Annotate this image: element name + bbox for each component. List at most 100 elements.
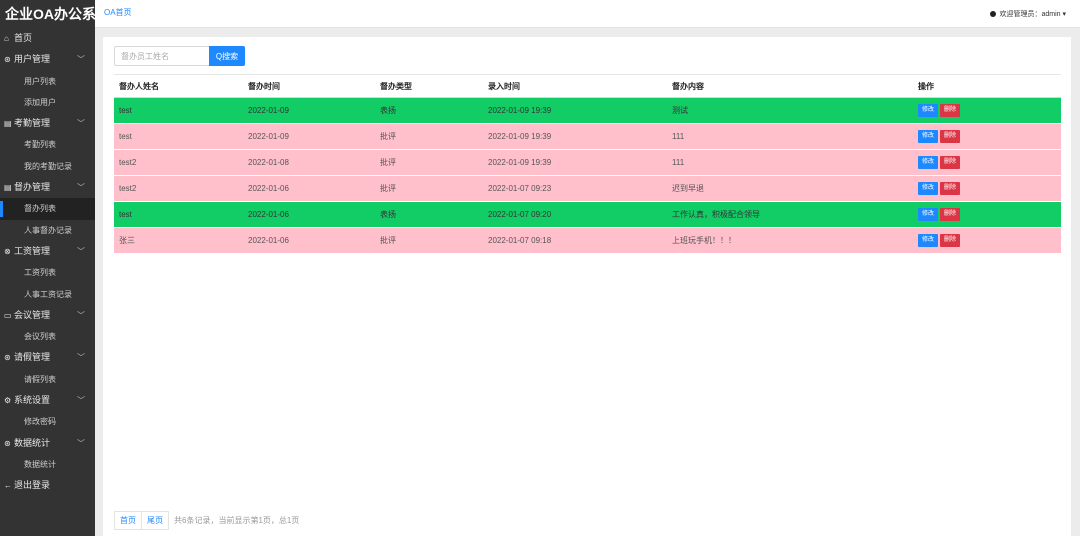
sidebar-item-6[interactable]: 我的考勤记录 xyxy=(0,156,95,177)
edit-button[interactable]: 修改 xyxy=(918,156,939,169)
breadcrumb-home-link[interactable]: OA首页 xyxy=(104,7,132,18)
sidebar-group-label: 系统设置 xyxy=(14,395,51,406)
supervision-table: 督办人姓名 督办时间 督办类型 录入时间 督办内容 操作 test 2022-01… xyxy=(114,74,1061,254)
search-bar: Q搜索 xyxy=(114,46,245,66)
sidebar-item-11[interactable]: 工资列表 xyxy=(0,262,95,283)
sidebar-group-0[interactable]: ⌂ 首页 xyxy=(0,28,95,49)
sidebar-group-19[interactable]: ⊛ 数据统计 ﹀ xyxy=(0,433,95,454)
sidebar-item-14[interactable]: 会议列表 xyxy=(0,326,95,347)
cell-content: 测试 xyxy=(667,97,913,124)
sidebar-group-1[interactable]: ⊛ 用户管理 ﹀ xyxy=(0,49,95,70)
cell-content: 工作认真，积极配合领导 xyxy=(667,201,913,228)
cell-content: 上班玩手机！！！ xyxy=(667,227,913,254)
sidebar-group-13[interactable]: ▭ 会议管理 ﹀ xyxy=(0,305,95,326)
cell-entered: 2022-01-09 19:39 xyxy=(483,149,667,176)
cell-content: 111 xyxy=(667,149,913,176)
sidebar-group-label: 考勤管理 xyxy=(14,118,51,129)
sidebar-nav: ⌂ 首页 ⊛ 用户管理 ﹀ 用户列表 添加用户 ▤ 考勤管理 ﹀ 考勤列表 我的考勤记录 ▤ 督办管理 ﹀ 督… xyxy=(0,28,95,497)
sidebar: 企业OA办公系统 ⌂ 首页 ⊛ 用户管理 ﹀ 用户列表 添加用户 ▤ 考勤管理 ﹀ 考勤列表 我的考勤… xyxy=(0,0,110,536)
cell-actions: 修改 删除 xyxy=(913,97,1061,124)
sidebar-group-10[interactable]: ⊗ 工资管理 ﹀ xyxy=(0,241,95,262)
sidebar-group-7[interactable]: ▤ 督办管理 ﹀ xyxy=(0,177,95,198)
sidebar-item-16[interactable]: 请假列表 xyxy=(0,369,95,390)
delete-button[interactable]: 删除 xyxy=(940,130,961,143)
cell-name: test xyxy=(114,97,243,124)
sidebar-item-20[interactable]: 数据统计 xyxy=(0,454,95,475)
cell-type: 批评 xyxy=(375,123,483,150)
user-status-icon xyxy=(990,11,997,17)
delete-button[interactable]: 删除 xyxy=(940,234,961,247)
sidebar-item-9[interactable]: 人事督办记录 xyxy=(0,220,95,241)
delete-button[interactable]: 删除 xyxy=(940,208,961,221)
edit-button[interactable]: 修改 xyxy=(918,104,939,117)
sidebar-group-label: 首页 xyxy=(14,33,33,43)
cell-actions: 修改 删除 xyxy=(913,149,1061,176)
cell-type: 批评 xyxy=(375,149,483,176)
delete-button[interactable]: 删除 xyxy=(940,156,961,169)
cell-date: 2022-01-08 xyxy=(243,149,375,176)
table-row: test 2022-01-06 表扬 2022-01-07 09:20 工作认真，积极配… xyxy=(114,201,1061,228)
last-page-button[interactable]: 尾页 xyxy=(141,511,169,530)
sidebar-group-21[interactable]: ← 退出登录 xyxy=(0,475,95,496)
home-icon: ⌂ xyxy=(4,34,9,43)
sidebar-group-label: 退出登录 xyxy=(14,480,51,491)
meeting-icon: ▭ xyxy=(4,310,12,320)
column-header-type: 督办类型 xyxy=(375,74,483,98)
cell-date: 2022-01-06 xyxy=(243,227,375,254)
column-header-date: 督办时间 xyxy=(243,74,375,98)
supervise-icon: ▤ xyxy=(4,183,12,193)
search-input[interactable] xyxy=(114,46,209,66)
pagination-info: 共6条记录，当前显示第1页，总1页 xyxy=(174,516,300,525)
sidebar-item-2[interactable]: 用户列表 xyxy=(0,71,95,92)
settings-icon: ⚙ xyxy=(4,396,12,406)
first-page-button[interactable]: 首页 xyxy=(114,511,142,530)
app-title: 企业OA办公系统 xyxy=(5,6,110,22)
column-header-entered: 录入时间 xyxy=(483,74,667,98)
sidebar-item-8[interactable]: 督办列表 xyxy=(0,198,95,220)
cell-date: 2022-01-09 xyxy=(243,97,375,124)
sidebar-item-12[interactable]: 人事工资记录 xyxy=(0,284,95,305)
delete-button[interactable]: 删除 xyxy=(940,104,961,117)
sidebar-group-label: 请假管理 xyxy=(14,352,51,363)
edit-button[interactable]: 修改 xyxy=(918,182,939,195)
sidebar-group-4[interactable]: ▤ 考勤管理 ﹀ xyxy=(0,113,95,134)
salary-icon: ⊗ xyxy=(4,246,11,256)
edit-button[interactable]: 修改 xyxy=(918,130,939,143)
sidebar-item-18[interactable]: 修改密码 xyxy=(0,411,95,432)
edit-button[interactable]: 修改 xyxy=(918,234,939,247)
cell-date: 2022-01-06 xyxy=(243,201,375,228)
cell-name: test2 xyxy=(114,175,243,202)
cell-date: 2022-01-06 xyxy=(243,175,375,202)
column-header-content: 督办内容 xyxy=(667,74,913,98)
sidebar-group-17[interactable]: ⚙ 系统设置 ﹀ xyxy=(0,390,95,411)
pagination: 首页 尾页 共6条记录，当前显示第1页，总1页 xyxy=(114,511,299,530)
logout-icon: ← xyxy=(4,481,12,491)
sidebar-item-3[interactable]: 添加用户 xyxy=(0,92,95,113)
cell-entered: 2022-01-07 09:18 xyxy=(483,227,667,254)
column-header-name: 督办人姓名 xyxy=(114,74,243,98)
table-row: test 2022-01-09 批评 2022-01-09 19:39 111 修改 删除 xyxy=(114,123,1061,150)
cell-actions: 修改 删除 xyxy=(913,201,1061,228)
chevron-down-icon: ﹀ xyxy=(77,55,85,65)
cell-name: test xyxy=(114,201,243,228)
sidebar-item-5[interactable]: 考勤列表 xyxy=(0,134,95,155)
attendance-icon: ▤ xyxy=(4,119,12,129)
cell-content: 111 xyxy=(667,123,913,150)
sidebar-group-label: 工资管理 xyxy=(14,245,51,256)
search-button[interactable]: Q搜索 xyxy=(209,46,245,66)
chevron-down-icon: ﹀ xyxy=(77,396,85,406)
user-menu-label: 欢迎管理员：admin ▾ xyxy=(999,11,1066,18)
table-header-row: 督办人姓名 督办时间 督办类型 录入时间 督办内容 操作 xyxy=(114,74,1061,98)
cell-content: 迟到早退 xyxy=(667,175,913,202)
edit-button[interactable]: 修改 xyxy=(918,208,939,221)
sidebar-group-15[interactable]: ⊛ 请假管理 ﹀ xyxy=(0,347,95,368)
users-icon: ⊛ xyxy=(4,55,11,65)
cell-type: 批评 xyxy=(375,227,483,254)
user-menu[interactable]: 欢迎管理员：admin ▾ xyxy=(990,9,1066,19)
sidebar-group-label: 督办管理 xyxy=(14,182,51,193)
cell-date: 2022-01-09 xyxy=(243,123,375,150)
cell-name: 张三 xyxy=(114,227,243,254)
table-row: test 2022-01-09 表扬 2022-01-09 19:39 测试 修改 删除 xyxy=(114,97,1061,124)
cell-type: 表扬 xyxy=(375,201,483,228)
delete-button[interactable]: 删除 xyxy=(940,182,961,195)
